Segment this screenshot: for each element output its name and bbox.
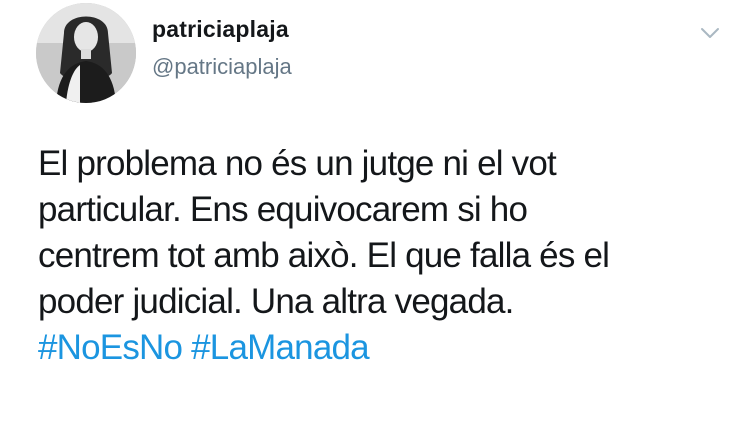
tweet-card: patriciaplaja @patriciaplaja El problema… (0, 0, 755, 425)
tweet-text-line: El problema no és un jutge ni el vot (38, 144, 557, 183)
hashtag-row: #NoEsNo #LaManada (38, 325, 738, 371)
avatar-image (36, 3, 136, 103)
display-name[interactable]: patriciaplaja (152, 16, 289, 43)
tweet-text-line: particular. Ens equivocarem si ho (38, 190, 528, 229)
hashtag-link[interactable]: #LaManada (191, 328, 369, 367)
tweet-text-line: centrem tot amb això. El que falla és el (38, 236, 610, 275)
avatar[interactable] (36, 3, 136, 103)
tweet-text: El problema no és un jutge ni el vot par… (38, 141, 738, 371)
hashtag-link[interactable]: #NoEsNo (38, 328, 183, 367)
tweet-text-line: poder judicial. Una altra vegada. (38, 282, 514, 321)
chevron-down-icon[interactable] (700, 26, 720, 40)
user-handle[interactable]: @patriciaplaja (152, 54, 292, 80)
